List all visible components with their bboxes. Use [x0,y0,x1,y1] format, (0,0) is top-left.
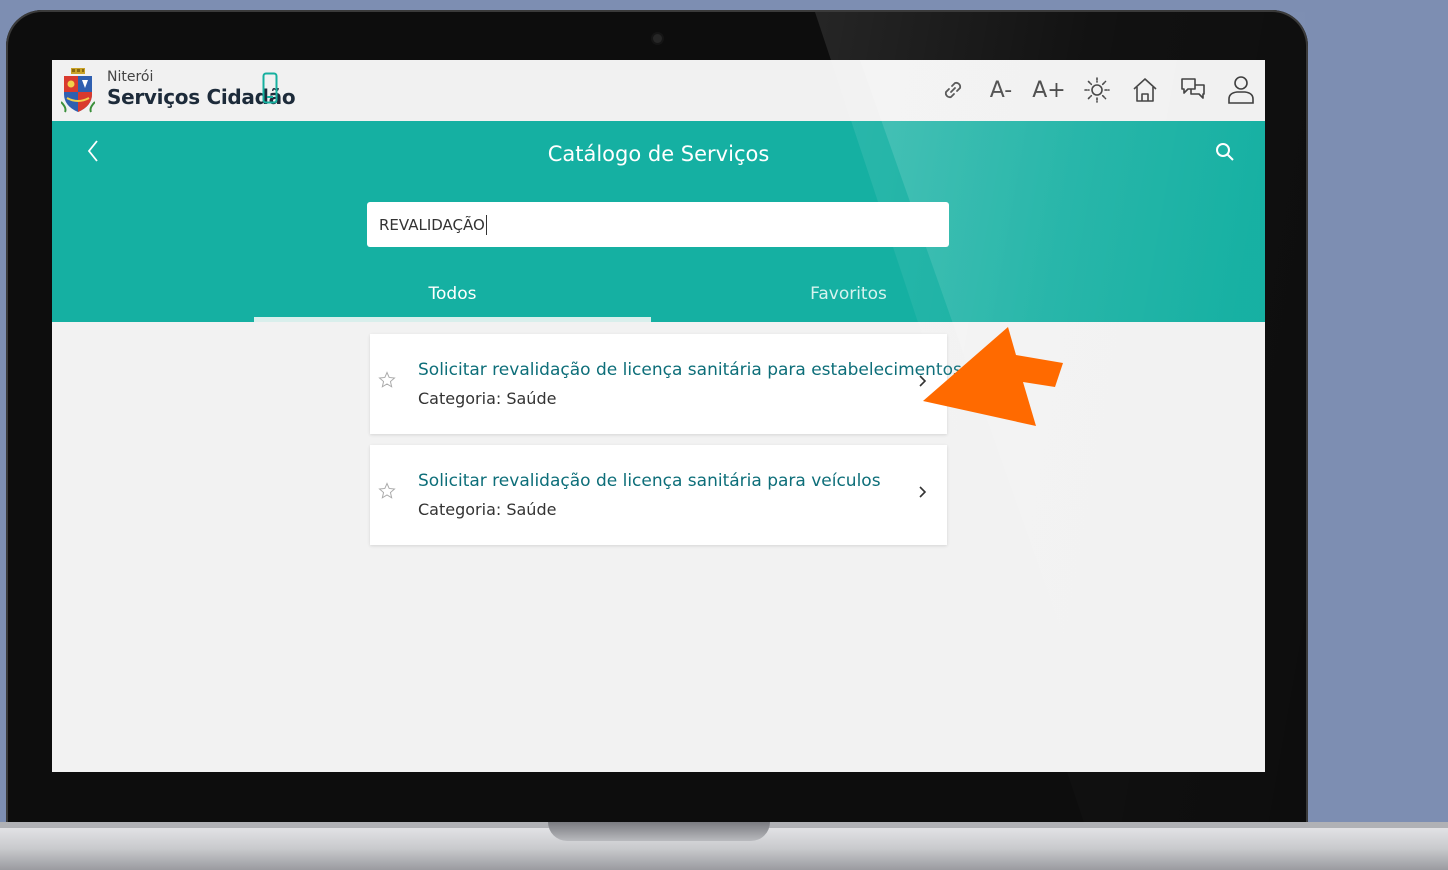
result-category: Categoria: Saúde [418,500,557,519]
favorite-star-icon[interactable] [378,482,396,504]
accessibility-toolbar: A- A+ [929,70,1265,110]
result-title[interactable]: Solicitar revalidação de licença sanitár… [418,360,962,380]
mobile-phone-icon[interactable] [262,72,278,108]
result-card[interactable]: Solicitar revalidação de licença sanitár… [370,445,947,545]
tab-todos[interactable]: Todos [254,284,651,304]
tab-favoritos[interactable]: Favoritos [650,284,1047,304]
laptop-lid-notch [548,822,770,841]
result-category: Categoria: Saúde [418,389,557,408]
font-decrease-label: A- [989,77,1013,103]
text-caret [485,214,487,235]
search-icon[interactable] [1215,142,1235,166]
contrast-sun-icon[interactable] [1073,70,1121,110]
annotation-arrow-icon [915,325,1070,434]
active-tab-indicator [254,317,651,322]
font-increase-label: A+ [1032,77,1066,103]
search-input-value: REVALIDAÇÃO [379,215,485,234]
top-bar: Niterói Serviços Cidadão A- A+ [52,60,1265,121]
app-screen: Niterói Serviços Cidadão A- A+ Catálogo … [52,60,1265,772]
city-coat-of-arms-logo[interactable] [60,68,96,118]
result-title[interactable]: Solicitar revalidação de licença sanitár… [418,471,881,491]
result-card[interactable]: Solicitar revalidação de licença sanitár… [370,334,962,434]
link-icon[interactable] [929,70,977,110]
favorite-star-icon[interactable] [378,371,396,393]
search-input[interactable]: REVALIDAÇÃO [367,202,949,247]
page-title: Catálogo de Serviços [547,142,770,166]
font-increase-button[interactable]: A+ [1025,70,1073,110]
home-icon[interactable] [1121,70,1169,110]
chevron-right-icon[interactable] [918,484,928,504]
webcam [653,34,662,43]
user-profile-icon[interactable] [1217,70,1265,110]
city-name: Niterói [107,69,154,85]
chat-icon[interactable] [1169,70,1217,110]
font-decrease-button[interactable]: A- [977,70,1025,110]
